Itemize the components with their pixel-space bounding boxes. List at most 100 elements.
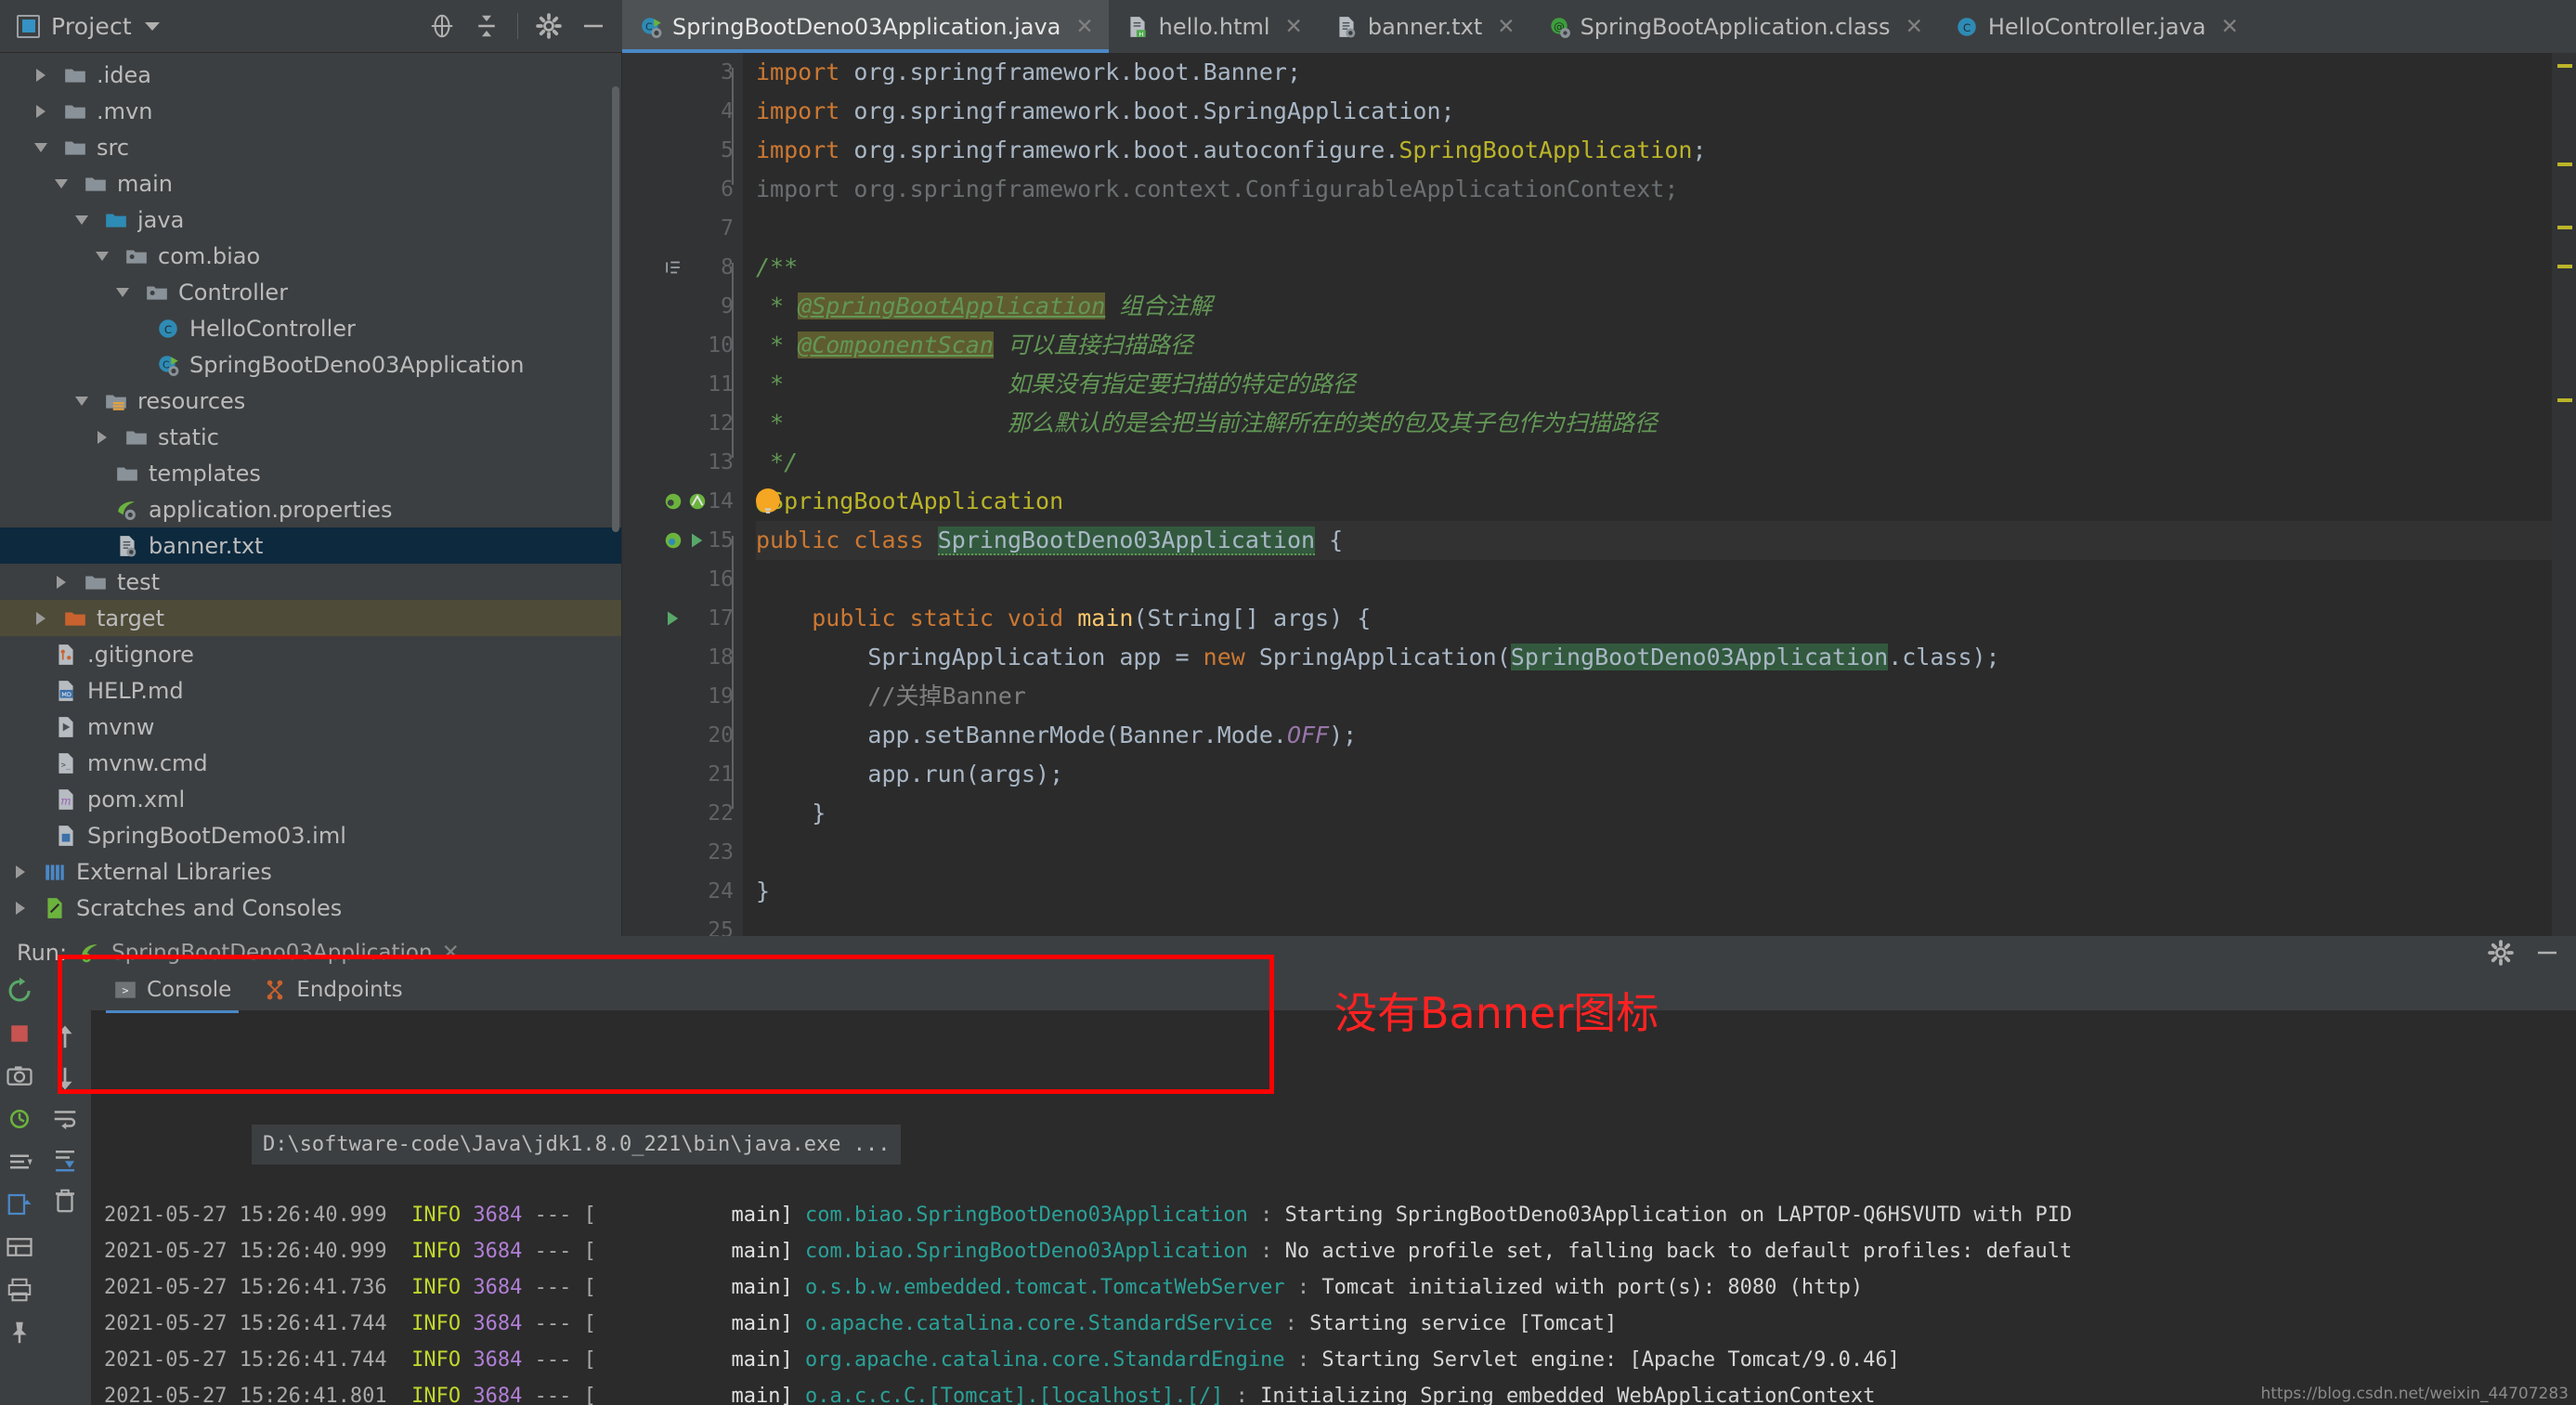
print-icon[interactable] <box>6 1276 33 1304</box>
code-line-11[interactable]: * 如果没有指定要扫描的特定的路径 <box>756 365 2552 404</box>
code-line-16[interactable] <box>756 560 2552 599</box>
gutter-line-3[interactable]: 3 <box>622 53 743 92</box>
tree-item-templates[interactable]: templates <box>0 455 621 491</box>
gutter-line-12[interactable]: 12 <box>622 404 743 443</box>
gutter-line-7[interactable]: 7 <box>622 209 743 248</box>
collapse-all-icon[interactable] <box>473 12 501 40</box>
editor-tab[interactable]: C SpringBootDeno03Application.java ✕ <box>622 0 1109 53</box>
chevron-down-icon[interactable] <box>144 21 160 31</box>
chevron-right-icon[interactable] <box>57 575 66 589</box>
tree-item-test[interactable]: test <box>0 564 621 600</box>
tree-item--mvn[interactable]: .mvn <box>0 93 621 129</box>
tree-item-springbootdeno03application[interactable]: C SpringBootDeno03Application <box>0 346 621 383</box>
editor-gutter[interactable]: 3 4 5 6 7 8 9 10 11 12 13 14 15 16 17 18 19 20 21 22 23 24 25 <box>622 53 743 936</box>
code-folding-bar[interactable] <box>732 68 734 185</box>
code-line-23[interactable] <box>756 833 2552 872</box>
project-tree-scrollbar[interactable] <box>612 86 619 532</box>
code-line-4[interactable]: import org.springframework.boot.SpringAp… <box>756 92 2552 131</box>
layout-icon[interactable] <box>6 1233 33 1261</box>
gutter-line-16[interactable]: 16 <box>622 560 743 599</box>
run-configuration-tab[interactable]: SpringBootDeno03Application ✕ <box>78 941 460 965</box>
gutter-line-6[interactable]: 6 <box>622 170 743 209</box>
editor-tab[interactable]: @ SpringBootApplication.class ✕ <box>1529 0 1938 53</box>
minimize-icon[interactable] <box>579 12 607 40</box>
tree-item-help-md[interactable]: MD HELP.md <box>0 672 621 709</box>
console-tab-endpoints[interactable]: Endpoints <box>263 978 403 1002</box>
gutter-line-20[interactable]: 20 <box>622 716 743 755</box>
close-icon[interactable]: ✕ <box>1497 15 1515 39</box>
project-tree[interactable]: .idea .mvn src main java com.biao Controller C H… <box>0 53 622 936</box>
chevron-down-icon[interactable] <box>116 287 129 297</box>
chevron-right-icon[interactable] <box>36 611 46 625</box>
chevron-down-icon[interactable] <box>34 142 47 152</box>
gutter-line-18[interactable]: 18 <box>622 638 743 677</box>
tree-item--idea[interactable]: .idea <box>0 57 621 93</box>
tree-item-springbootdemo03-iml[interactable]: SpringBootDemo03.iml <box>0 817 621 853</box>
chevron-down-icon[interactable] <box>75 396 88 406</box>
tree-item-scratches-and-consoles[interactable]: Scratches and Consoles <box>0 890 621 926</box>
tree-item-pom-xml[interactable]: m pom.xml <box>0 781 621 817</box>
gutter-line-13[interactable]: 13 <box>622 443 743 482</box>
code-line-7[interactable] <box>756 209 2552 248</box>
intention-lightbulb-icon[interactable] <box>756 488 780 514</box>
console-output[interactable]: D:\software-code\Java\jdk1.8.0_221\bin\j… <box>91 1009 2576 1405</box>
code-line-15[interactable]: public class SpringBootDeno03Application… <box>756 521 2552 560</box>
code-line-9[interactable]: * @SpringBootApplication 组合注解 <box>756 287 2552 326</box>
gutter-line-23[interactable]: 23 <box>622 833 743 872</box>
profiler-icon[interactable] <box>6 1105 33 1133</box>
gutter-line-19[interactable]: 19 <box>622 677 743 716</box>
code-line-6[interactable]: import org.springframework.context.Confi… <box>756 170 2552 209</box>
code-line-21[interactable]: app.run(args); <box>756 755 2552 794</box>
minimize-icon[interactable] <box>2533 939 2561 967</box>
code-line-10[interactable]: * @ComponentScan 可以直接扫描路径 <box>756 326 2552 365</box>
scroll-up-icon[interactable] <box>51 1023 79 1051</box>
gutter-line-15[interactable]: 15 <box>622 521 743 560</box>
editor-code-area[interactable]: import org.springframework.boot.Banner; i… <box>743 53 2552 936</box>
gutter-line-8[interactable]: 8 <box>622 248 743 287</box>
tree-item-main[interactable]: main <box>0 165 621 202</box>
camera-icon[interactable] <box>6 1062 33 1090</box>
settings-gear-icon[interactable] <box>535 12 563 40</box>
editor-tab[interactable]: Hhello.html ✕ <box>1108 0 1318 53</box>
editor-tab[interactable]: C HelloController.java ✕ <box>1937 0 2254 53</box>
close-icon[interactable]: ✕ <box>1906 15 1923 39</box>
close-icon[interactable]: ✕ <box>1075 15 1093 39</box>
code-line-19[interactable]: //关掉Banner <box>756 677 2552 716</box>
chevron-right-icon[interactable] <box>16 865 25 878</box>
gutter-line-9[interactable]: 9 <box>622 287 743 326</box>
code-folding-bar[interactable] <box>732 263 734 458</box>
tree-item-java[interactable]: java <box>0 202 621 238</box>
gutter-line-10[interactable]: 10 <box>622 326 743 365</box>
tree-item-controller[interactable]: Controller <box>0 274 621 310</box>
export-icon[interactable] <box>6 1190 33 1218</box>
gutter-line-25[interactable]: 25 <box>622 911 743 936</box>
thread-dump-icon[interactable] <box>6 1148 33 1176</box>
code-editor[interactable]: 3 4 5 6 7 8 9 10 11 12 13 14 15 16 17 18 19 20 21 22 23 24 25 … <box>622 53 2576 936</box>
tree-item-application-properties[interactable]: application.properties <box>0 491 621 527</box>
tree-item-resources[interactable]: resources <box>0 383 621 419</box>
gutter-line-17[interactable]: 17 <box>622 599 743 638</box>
editor-tab[interactable]: banner.txt ✕ <box>1317 0 1530 53</box>
gutter-line-4[interactable]: 4 <box>622 92 743 131</box>
tree-item-src[interactable]: src <box>0 129 621 165</box>
tree-item-external-libraries[interactable]: External Libraries <box>0 853 621 890</box>
tree-item-hellocontroller[interactable]: C HelloController <box>0 310 621 346</box>
pin-icon[interactable] <box>6 1319 33 1346</box>
trash-icon[interactable] <box>51 1187 79 1215</box>
tree-item-target[interactable]: target <box>0 600 621 636</box>
gutter-line-22[interactable]: 22 <box>622 794 743 833</box>
code-line-5[interactable]: import org.springframework.boot.autoconf… <box>756 131 2552 170</box>
chevron-right-icon[interactable] <box>36 104 46 118</box>
code-line-20[interactable]: app.setBannerMode(Banner.Mode.OFF); <box>756 716 2552 755</box>
tree-item--gitignore[interactable]: .gitignore <box>0 636 621 672</box>
close-icon[interactable]: ✕ <box>442 941 460 965</box>
chevron-down-icon[interactable] <box>75 215 88 225</box>
tree-item-com-biao[interactable]: com.biao <box>0 238 621 274</box>
code-folding-bar[interactable] <box>732 614 734 809</box>
tree-item-banner-txt[interactable]: banner.txt <box>0 527 621 564</box>
code-line-12[interactable]: * 那么默认的是会把当前注解所在的类的包及其子包作为扫描路径 <box>756 404 2552 443</box>
code-line-22[interactable]: } <box>756 794 2552 833</box>
tree-item-mvnw[interactable]: mvnw <box>0 709 621 745</box>
chevron-right-icon[interactable] <box>98 430 107 444</box>
code-line-17[interactable]: public static void main(String[] args) { <box>756 599 2552 638</box>
